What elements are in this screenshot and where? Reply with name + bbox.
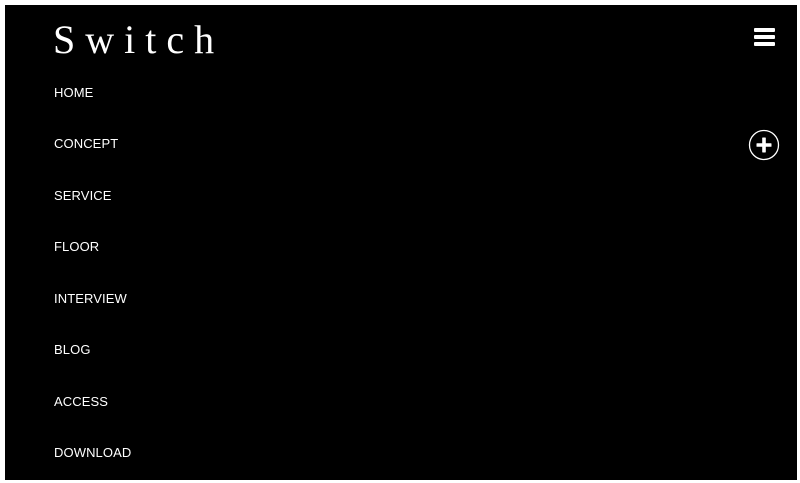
nav-link-floor[interactable]: FLOOR	[54, 239, 99, 255]
hamburger-bar	[754, 28, 775, 32]
nav-link-interview[interactable]: INTERVIEW	[54, 291, 127, 307]
nav-link-blog[interactable]: BLOG	[54, 342, 91, 358]
nav-link-download[interactable]: DOWNLOAD	[54, 445, 131, 461]
nav-link-service[interactable]: SERVICE	[54, 188, 112, 204]
nav-item-blog: BLOG	[54, 342, 91, 358]
nav-item-access: ACCESS	[54, 394, 108, 410]
plus-circle-icon	[748, 129, 780, 161]
nav-item-concept: CONCEPT	[54, 136, 118, 152]
hamburger-bar	[754, 42, 775, 46]
nav-overlay: Switch HOME CONCEPT SERVICE FLOOR INTERV…	[5, 5, 797, 480]
nav-item-download: DOWNLOAD	[54, 445, 131, 461]
nav-link-access[interactable]: ACCESS	[54, 394, 108, 410]
hamburger-menu-icon[interactable]	[754, 27, 775, 46]
site-logo[interactable]: Switch	[53, 17, 224, 63]
nav-link-concept[interactable]: CONCEPT	[54, 136, 118, 152]
nav-item-service: SERVICE	[54, 188, 112, 204]
nav-link-home[interactable]: HOME	[54, 85, 93, 101]
nav-item-floor: FLOOR	[54, 239, 99, 255]
hamburger-bar	[754, 35, 775, 39]
nav-item-home: HOME	[54, 85, 93, 101]
concept-expand-button[interactable]	[748, 129, 780, 161]
nav-item-interview: INTERVIEW	[54, 291, 127, 307]
